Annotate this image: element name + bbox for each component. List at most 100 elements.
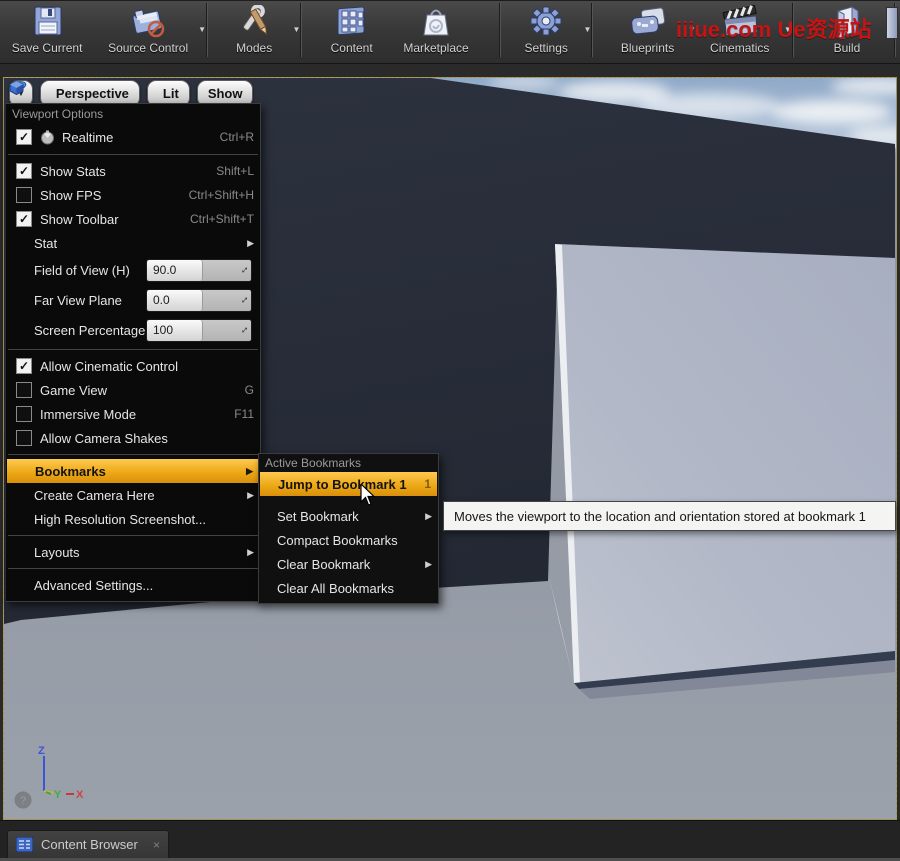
check-icon: ✓ [19, 212, 29, 226]
spinner-handle[interactable]: ↕ [203, 294, 251, 306]
checkbox-unchecked[interactable] [16, 382, 32, 398]
save-current-label: Save Current [12, 41, 83, 55]
menu-separator [8, 454, 258, 455]
menu-item-label: Show FPS [40, 188, 181, 203]
menu-item-realtime[interactable]: ✓ Realtime Ctrl+R [6, 124, 260, 150]
menu-item-label: High Resolution Screenshot... [34, 512, 254, 527]
menu-item-high-resolution-screenshot[interactable]: High Resolution Screenshot... [6, 507, 260, 531]
toolbar-separator [591, 3, 593, 57]
source-control-label: Source Control [108, 41, 188, 55]
menu-item-bookmarks[interactable]: Bookmarks ▶ [7, 459, 259, 483]
checkbox-checked[interactable]: ✓ [16, 211, 32, 227]
white-box[interactable] [555, 244, 895, 683]
checkbox-unchecked[interactable] [16, 430, 32, 446]
screen-percentage-value[interactable]: 100 [147, 320, 203, 341]
menu-header: Viewport Options [6, 104, 260, 124]
launch-icon-partial [886, 7, 898, 39]
menu-item-label: Game View [40, 383, 237, 398]
checkbox-checked[interactable]: ✓ [16, 163, 32, 179]
menu-item-immersive-mode[interactable]: Immersive Mode F11 [6, 402, 260, 426]
checkbox-checked[interactable]: ✓ [16, 129, 32, 145]
submenu-header: Active Bookmarks [259, 454, 438, 472]
submenu-arrow-icon: ▶ [425, 559, 432, 570]
menu-item-label: Immersive Mode [40, 407, 226, 422]
menu-item-create-camera-here[interactable]: Create Camera Here ▶ [6, 483, 260, 507]
far-view-plane-input[interactable]: 0.0 ↕ [146, 289, 252, 312]
submenu-item-shortcut: 1 [424, 477, 431, 491]
perspective-label: Perspective [56, 86, 129, 101]
menu-item-allow-cinematic-control[interactable]: ✓ Allow Cinematic Control [6, 354, 260, 378]
toolbar-separator [300, 3, 302, 57]
save-current-button[interactable]: Save Current [0, 1, 94, 62]
modes-icon [235, 4, 273, 40]
spinner-handle[interactable]: ↕ [203, 264, 251, 276]
menu-item-layouts[interactable]: Layouts ▶ [6, 540, 260, 564]
submenu-item-label: Clear Bookmark [277, 557, 417, 572]
submenu-arrow-icon: ▶ [425, 511, 432, 522]
screen-percentage-input[interactable]: 100 ↕ [146, 319, 252, 342]
submenu-item-clear-all-bookmarks[interactable]: Clear All Bookmarks [259, 576, 438, 600]
close-icon[interactable]: × [153, 838, 160, 852]
far-view-plane-value[interactable]: 0.0 [147, 290, 203, 311]
menu-item-advanced-settings[interactable]: Advanced Settings... [6, 573, 260, 597]
blueprints-icon [628, 4, 668, 40]
submenu-item-set-bookmark[interactable]: Set Bookmark ▶ [259, 504, 438, 528]
menu-item-screen-percentage: Screen Percentage 100 ↕ [6, 315, 260, 345]
field-of-view-input[interactable]: 90.0 ↕ [146, 259, 252, 282]
blueprints-label: Blueprints [621, 41, 674, 55]
content-icon [334, 4, 370, 40]
source-control-icon [128, 4, 168, 40]
submenu-item-label: Set Bookmark [277, 509, 417, 524]
source-control-button[interactable]: Source Control ▼ [94, 1, 202, 62]
menu-item-stat[interactable]: Stat ▶ [6, 231, 260, 255]
check-icon: ✓ [19, 164, 29, 178]
modes-caret-icon[interactable]: ▼ [292, 25, 300, 34]
field-of-view-value[interactable]: 90.0 [147, 260, 203, 281]
toolbar-separator [206, 3, 208, 57]
menu-item-field-of-view: Field of View (H) 90.0 ↕ [6, 255, 260, 285]
tooltip: Moves the viewport to the location and o… [443, 501, 896, 531]
menu-item-show-fps[interactable]: Show FPS Ctrl+Shift+H [6, 183, 260, 207]
settings-label: Settings [525, 41, 568, 55]
settings-button[interactable]: Settings ▼ [505, 1, 587, 62]
spinner-handle[interactable]: ↕ [203, 324, 251, 336]
gizmo-z-label: Z [38, 745, 45, 757]
menu-item-allow-camera-shakes[interactable]: Allow Camera Shakes [6, 426, 260, 450]
menu-item-show-stats[interactable]: ✓ Show Stats Shift+L [6, 159, 260, 183]
checkbox-checked[interactable]: ✓ [16, 358, 32, 374]
submenu-arrow-icon: ▶ [246, 466, 253, 477]
gizmo-y-label: Y [54, 789, 62, 801]
submenu-arrow-icon: ▶ [247, 238, 254, 249]
content-browser-tab[interactable]: Content Browser × [7, 830, 169, 858]
checkbox-unchecked[interactable] [16, 406, 32, 422]
settings-caret-icon[interactable]: ▼ [584, 25, 592, 34]
submenu-item-compact-bookmarks[interactable]: Compact Bookmarks [259, 528, 438, 552]
menu-item-show-toolbar[interactable]: ✓ Show Toolbar Ctrl+Shift+T [6, 207, 260, 231]
show-label: Show [208, 86, 243, 101]
menu-item-shortcut: Ctrl+Shift+T [190, 212, 254, 226]
content-button[interactable]: Content [316, 1, 387, 62]
menu-item-label: Bookmarks [35, 464, 238, 479]
submenu-item-label: Compact Bookmarks [277, 533, 432, 548]
menu-item-label: Realtime [62, 130, 212, 145]
menu-item-label: Allow Camera Shakes [40, 431, 254, 446]
source-control-caret-icon[interactable]: ▼ [198, 25, 206, 34]
modes-button[interactable]: Modes ▼ [212, 1, 296, 62]
spinner-icon: ↕ [238, 264, 250, 276]
tooltip-text: Moves the viewport to the location and o… [454, 509, 866, 524]
menu-separator [8, 535, 258, 536]
menu-item-shortcut: Shift+L [216, 164, 254, 178]
menu-separator [8, 568, 258, 569]
submenu-spacer [259, 496, 438, 504]
submenu-item-label: Jump to Bookmark 1 [278, 477, 416, 492]
marketplace-button[interactable]: Marketplace [387, 1, 485, 62]
submenu-item-jump-to-bookmark-1[interactable]: Jump to Bookmark 1 1 [260, 472, 437, 496]
menu-item-label: Layouts [34, 545, 239, 560]
checkbox-unchecked[interactable] [16, 187, 32, 203]
menu-item-game-view[interactable]: Game View G [6, 378, 260, 402]
menu-item-label: Allow Cinematic Control [40, 359, 254, 374]
menu-item-shortcut: F11 [234, 407, 254, 421]
help-button[interactable]: ? [15, 792, 31, 808]
submenu-item-clear-bookmark[interactable]: Clear Bookmark ▶ [259, 552, 438, 576]
content-browser-icon [16, 837, 33, 852]
